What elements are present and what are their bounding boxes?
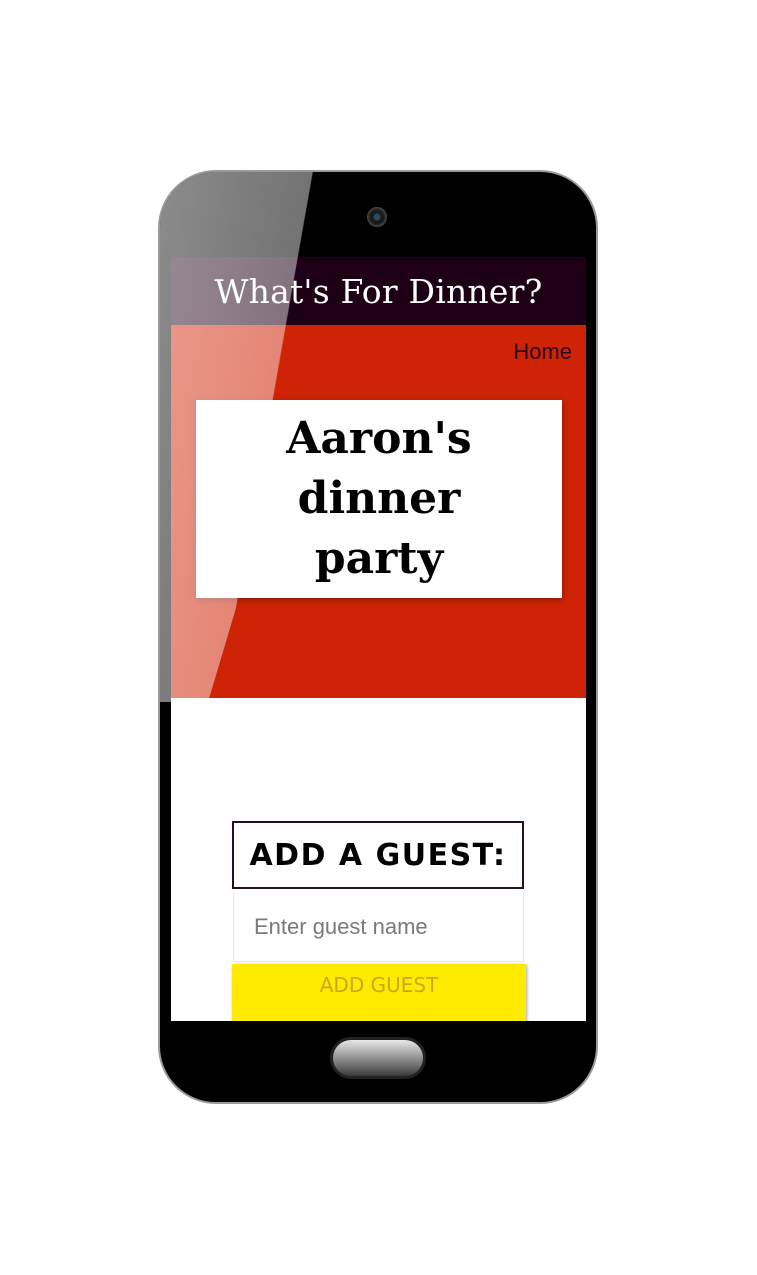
app-screen: What's For Dinner? Home Aaron's dinner p…	[171, 257, 586, 1021]
party-name-heading: Aaron's dinner party	[286, 413, 472, 584]
app-title: What's For Dinner?	[214, 271, 543, 311]
nav-home-link[interactable]: Home	[513, 339, 572, 365]
add-guest-heading: ADD A GUEST:	[249, 837, 507, 873]
phone-frame: What's For Dinner? Home Aaron's dinner p…	[158, 170, 598, 1104]
add-guest-heading-box: ADD A GUEST:	[232, 821, 524, 889]
hardware-home-button[interactable]	[330, 1037, 426, 1079]
guest-name-input[interactable]	[233, 892, 524, 962]
add-guest-button[interactable]: ADD GUEST	[232, 964, 526, 1021]
camera-icon	[367, 207, 387, 227]
hero-section: Home Aaron's dinner party	[171, 325, 586, 698]
title-bar: What's For Dinner?	[171, 257, 586, 325]
party-card: Aaron's dinner party	[196, 400, 562, 598]
